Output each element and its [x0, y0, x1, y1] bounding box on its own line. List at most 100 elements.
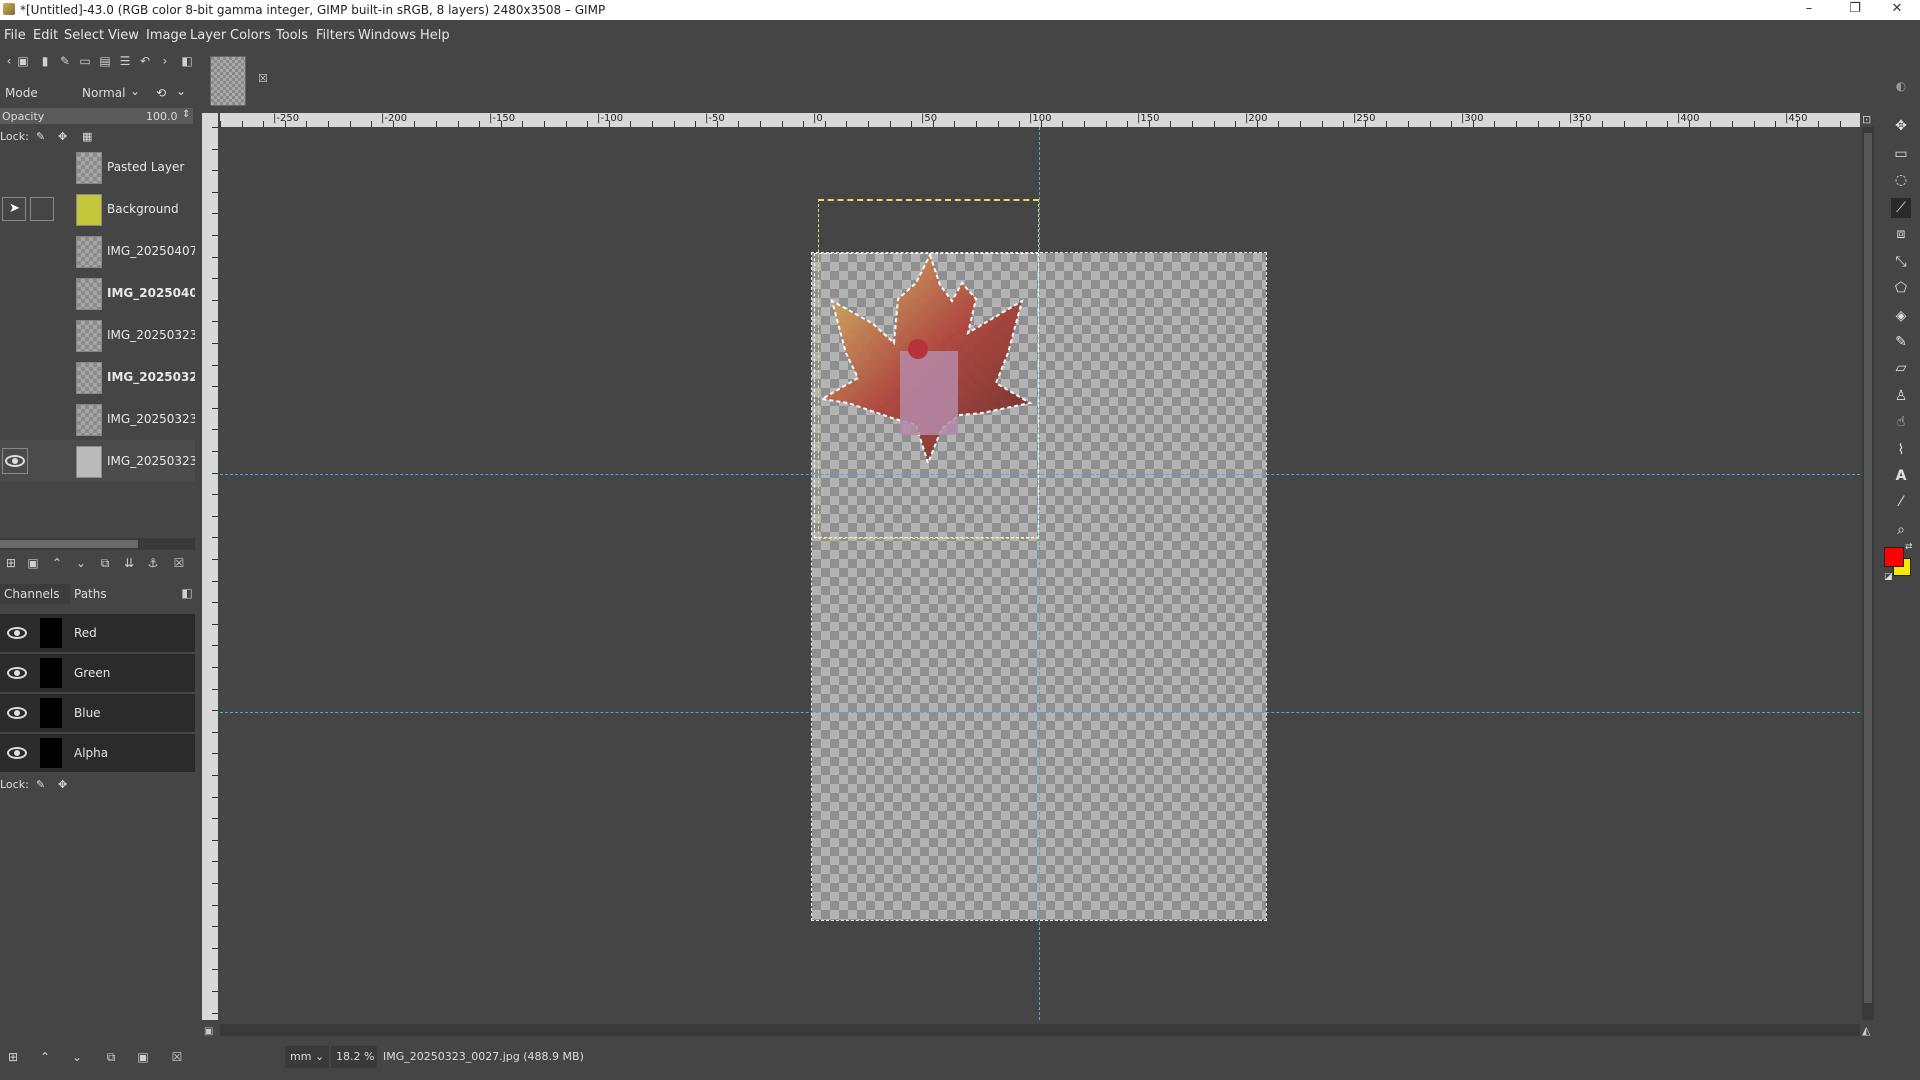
quick-mask-icon[interactable]: ▣: [204, 1026, 213, 1037]
lock-pixels-icon[interactable]: ✎: [36, 130, 45, 143]
channel-row-red[interactable]: Red: [0, 614, 195, 652]
dock-menu-icon[interactable]: ◧: [180, 54, 194, 68]
pattern-icon[interactable]: ▭: [78, 54, 92, 68]
image-tab-thumbnail[interactable]: [210, 56, 246, 106]
guide-horizontal[interactable]: [220, 712, 1860, 713]
swap-mode-icon[interactable]: ⟲: [156, 86, 166, 100]
layer-row[interactable]: IMG_20250323: [0, 398, 195, 440]
duplicate-channel-icon[interactable]: ⧉: [104, 1050, 118, 1064]
menu-select[interactable]: Select: [64, 28, 104, 43]
channel-row-green[interactable]: Green: [0, 654, 195, 692]
new-channel-icon[interactable]: ⊞: [6, 1050, 20, 1064]
dock-menu-icon[interactable]: ◧: [180, 586, 194, 600]
layer-row[interactable]: ➤ Background: [0, 188, 195, 230]
new-layer-icon[interactable]: ⊞: [4, 556, 18, 570]
menu-layer[interactable]: Layer: [190, 28, 226, 43]
channel-row-alpha[interactable]: Alpha: [0, 734, 195, 772]
eye-icon[interactable]: [7, 747, 27, 759]
text-icon[interactable]: A: [1891, 466, 1911, 486]
guide-horizontal[interactable]: [220, 474, 1860, 475]
scrollbar-thumb[interactable]: [1864, 133, 1872, 1003]
tab-channels[interactable]: Channels: [0, 584, 70, 604]
tab-paths[interactable]: Paths: [70, 584, 126, 604]
menu-file[interactable]: File: [4, 28, 26, 43]
menu-view[interactable]: View: [108, 28, 139, 43]
pencil-icon[interactable]: ✎: [58, 54, 72, 68]
new-layer-group-icon[interactable]: ▣: [26, 556, 40, 570]
lasso-icon[interactable]: ◌: [1891, 170, 1911, 190]
duplicate-layer-icon[interactable]: ⧉: [98, 556, 112, 570]
layer-row[interactable]: IMG_20250323: [0, 314, 195, 356]
tool-options-icon[interactable]: ▣: [16, 54, 30, 68]
lock-pixels-icon[interactable]: ✎: [36, 778, 45, 791]
zoom-icon[interactable]: ⌕: [1891, 520, 1911, 540]
default-colors-icon[interactable]: ◪: [1884, 572, 1893, 582]
menu-help[interactable]: Help: [420, 28, 450, 43]
layer-row[interactable]: IMG_2025040: [0, 272, 195, 314]
spin-arrows-icon[interactable]: ⇕: [182, 109, 190, 120]
ruler-corner[interactable]: [202, 113, 218, 127]
lock-position-icon[interactable]: ✥: [58, 778, 67, 791]
chevron-right-icon[interactable]: ›: [158, 54, 172, 68]
eye-icon[interactable]: [7, 667, 27, 679]
chevron-down-icon[interactable]: ⌄: [176, 84, 186, 98]
merge-layer-icon[interactable]: ⇊: [122, 556, 136, 570]
maximize-button[interactable]: ❐: [1832, 0, 1878, 20]
lock-position-icon[interactable]: ✥: [58, 130, 67, 143]
ruler-horizontal[interactable]: |-250 |-200 |-150 |-100 |-50 |0 |50 |100…: [220, 113, 1860, 127]
transform-icon[interactable]: ⤡: [1891, 252, 1911, 272]
channel-row-blue[interactable]: Blue: [0, 694, 195, 732]
layer-row[interactable]: IMG_20250323: [0, 440, 195, 482]
menu-filters[interactable]: Filters: [316, 28, 355, 43]
chevron-down-icon[interactable]: ⌄: [130, 84, 140, 98]
unit-select[interactable]: mm ⌄: [285, 1046, 329, 1068]
navigate-icon[interactable]: ◭: [1862, 1024, 1870, 1037]
close-tab-icon[interactable]: ☒: [258, 72, 268, 85]
raise-layer-icon[interactable]: ⌃: [50, 556, 64, 570]
layer-chain-toggle[interactable]: [30, 197, 54, 221]
undo-history-icon[interactable]: ↶: [138, 54, 152, 68]
paths-icon[interactable]: ⌇: [1891, 440, 1911, 460]
lower-layer-icon[interactable]: ⌄: [74, 556, 88, 570]
layers-tab-icon[interactable]: ☰: [118, 54, 132, 68]
layer-visibility-toggle[interactable]: ➤: [2, 197, 26, 221]
delete-layer-icon[interactable]: ☒: [172, 556, 186, 570]
anchor-layer-icon[interactable]: ⚓: [146, 556, 160, 570]
minimize-button[interactable]: –: [1786, 0, 1832, 20]
layer-visibility-toggle[interactable]: [2, 448, 28, 474]
ruler-vertical[interactable]: [202, 127, 218, 1020]
paintbrush-icon[interactable]: ✎: [1891, 332, 1911, 352]
mode-select[interactable]: Normal: [82, 86, 125, 100]
perspective-icon[interactable]: ⬠: [1891, 278, 1911, 298]
clone-icon[interactable]: ♙: [1891, 386, 1911, 406]
guide-vertical[interactable]: [1039, 127, 1040, 1020]
foreground-color-swatch[interactable]: [1884, 547, 1904, 567]
zoom-to-fit-icon[interactable]: ⊡: [1862, 113, 1871, 126]
fuzzy-select-icon[interactable]: ⟋: [1891, 198, 1911, 218]
color-picker-icon[interactable]: ⁄: [1891, 492, 1911, 512]
move-icon[interactable]: ✥: [1891, 116, 1911, 136]
zoom-select[interactable]: 18.2 %: [331, 1046, 377, 1068]
menu-edit[interactable]: Edit: [33, 28, 58, 43]
rect-select-icon[interactable]: ▭: [1891, 144, 1911, 164]
menu-colors[interactable]: Colors: [230, 28, 271, 43]
menu-image[interactable]: Image: [146, 28, 187, 43]
brush-icon[interactable]: ▮: [38, 54, 52, 68]
crop-icon[interactable]: ⧈: [1891, 224, 1911, 244]
eraser-icon[interactable]: ▱: [1891, 358, 1911, 378]
chevron-left-icon[interactable]: ‹: [2, 54, 16, 68]
layer-row[interactable]: Pasted Layer: [0, 146, 195, 188]
eye-icon[interactable]: [7, 627, 27, 639]
scrollbar-thumb[interactable]: [0, 540, 138, 548]
lower-channel-icon[interactable]: ⌄: [70, 1050, 84, 1064]
horizontal-scrollbar[interactable]: [220, 1024, 1860, 1036]
eye-icon[interactable]: [7, 707, 27, 719]
lock-alpha-icon[interactable]: ▦: [82, 130, 92, 143]
menu-windows[interactable]: Windows: [358, 28, 416, 43]
raise-channel-icon[interactable]: ⌃: [38, 1050, 52, 1064]
layer-row[interactable]: IMG_20250407: [0, 230, 195, 272]
vertical-scrollbar[interactable]: [1862, 127, 1874, 1020]
opacity-slider[interactable]: Opacity 100.0 ⇕: [0, 108, 193, 124]
menu-tools[interactable]: Tools: [276, 28, 308, 43]
close-button[interactable]: ✕: [1874, 0, 1920, 20]
